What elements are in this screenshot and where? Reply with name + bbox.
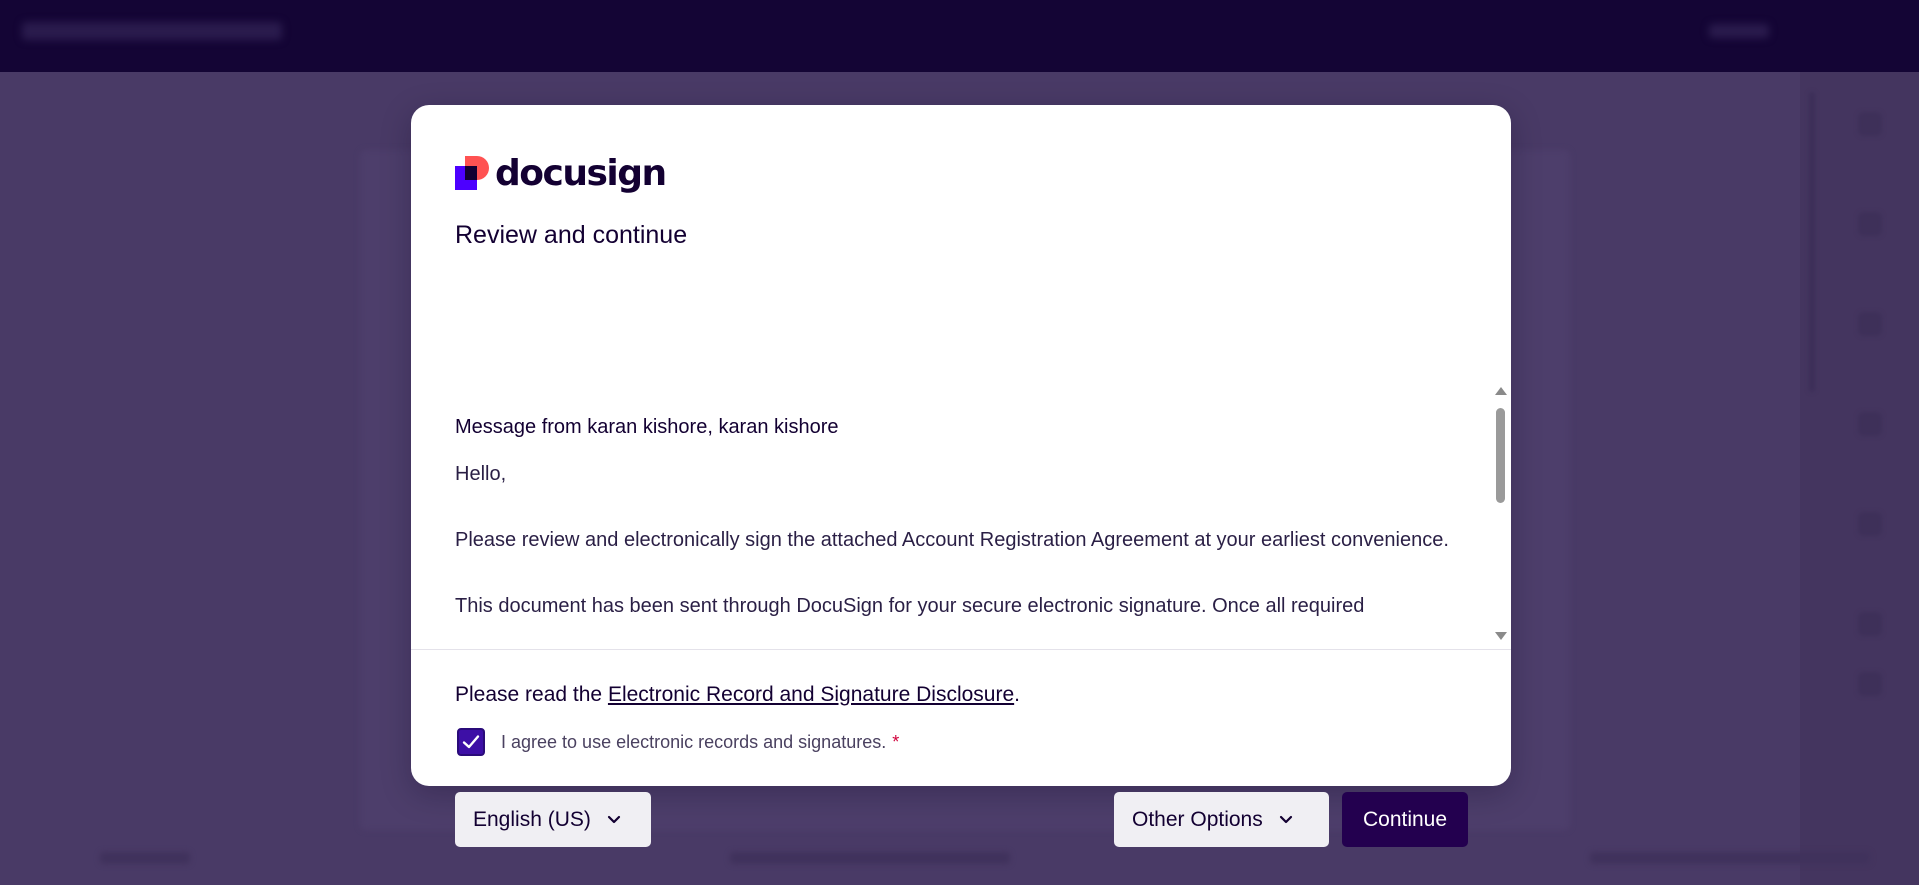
divider bbox=[411, 649, 1511, 650]
background-rail-scrollbar bbox=[1809, 92, 1815, 392]
language-select-button[interactable]: English (US) bbox=[455, 792, 651, 847]
chevron-down-icon bbox=[1279, 815, 1293, 825]
background-rail-icon bbox=[1858, 512, 1882, 536]
scroll-up-arrow-icon[interactable] bbox=[1495, 387, 1507, 395]
background-rail-icon bbox=[1858, 672, 1882, 696]
disclosure-text: Please read the Electronic Record and Si… bbox=[455, 683, 1020, 707]
background-rail-icon bbox=[1858, 412, 1882, 436]
disclosure-prefix: Please read the bbox=[455, 683, 608, 706]
background-top-bar bbox=[0, 0, 1919, 72]
other-options-button[interactable]: Other Options bbox=[1114, 792, 1329, 847]
message-body: Hello, Please review and electronically … bbox=[455, 463, 1449, 617]
background-footer-text bbox=[1590, 852, 1870, 864]
chevron-down-icon bbox=[607, 815, 621, 825]
docusign-logo-mark bbox=[455, 156, 489, 190]
checkmark-icon bbox=[462, 735, 480, 749]
background-title-placeholder bbox=[22, 22, 282, 40]
message-content-clip: Message from karan kishore, karan kishor… bbox=[455, 283, 1479, 649]
background-menu-placeholder bbox=[1709, 24, 1769, 38]
background-rail-icon bbox=[1858, 212, 1882, 236]
background-rail-icon bbox=[1858, 312, 1882, 336]
disclosure-suffix: . bbox=[1014, 683, 1020, 706]
agree-checkbox[interactable] bbox=[457, 728, 485, 756]
required-asterisk: * bbox=[892, 731, 900, 752]
docusign-wordmark: docusign bbox=[495, 152, 667, 194]
agree-checkbox-row[interactable]: I agree to use electronic records and si… bbox=[457, 728, 899, 756]
scroll-down-arrow-icon[interactable] bbox=[1495, 632, 1507, 640]
language-label: English (US) bbox=[473, 807, 591, 831]
disclosure-link[interactable]: Electronic Record and Signature Disclosu… bbox=[608, 683, 1014, 706]
agree-label: I agree to use electronic records and si… bbox=[501, 731, 887, 752]
other-options-label: Other Options bbox=[1132, 807, 1263, 831]
background-right-rail bbox=[1800, 72, 1919, 885]
dialog-title: Review and continue bbox=[455, 221, 688, 249]
background-footer-text bbox=[100, 852, 190, 864]
background-footer-text bbox=[730, 852, 1010, 864]
docusign-logo: docusign bbox=[455, 149, 667, 197]
background-rail-icon bbox=[1858, 112, 1882, 136]
continue-button[interactable]: Continue bbox=[1342, 792, 1468, 847]
scrollbar-thumb[interactable] bbox=[1496, 408, 1505, 503]
background-rail-icon bbox=[1858, 612, 1882, 636]
review-and-continue-dialog: docusign Review and continue Message fro… bbox=[411, 105, 1511, 847]
message-sender-label: Message from karan kishore, karan kishor… bbox=[455, 416, 839, 438]
message-scrollbar[interactable] bbox=[1493, 283, 1507, 649]
